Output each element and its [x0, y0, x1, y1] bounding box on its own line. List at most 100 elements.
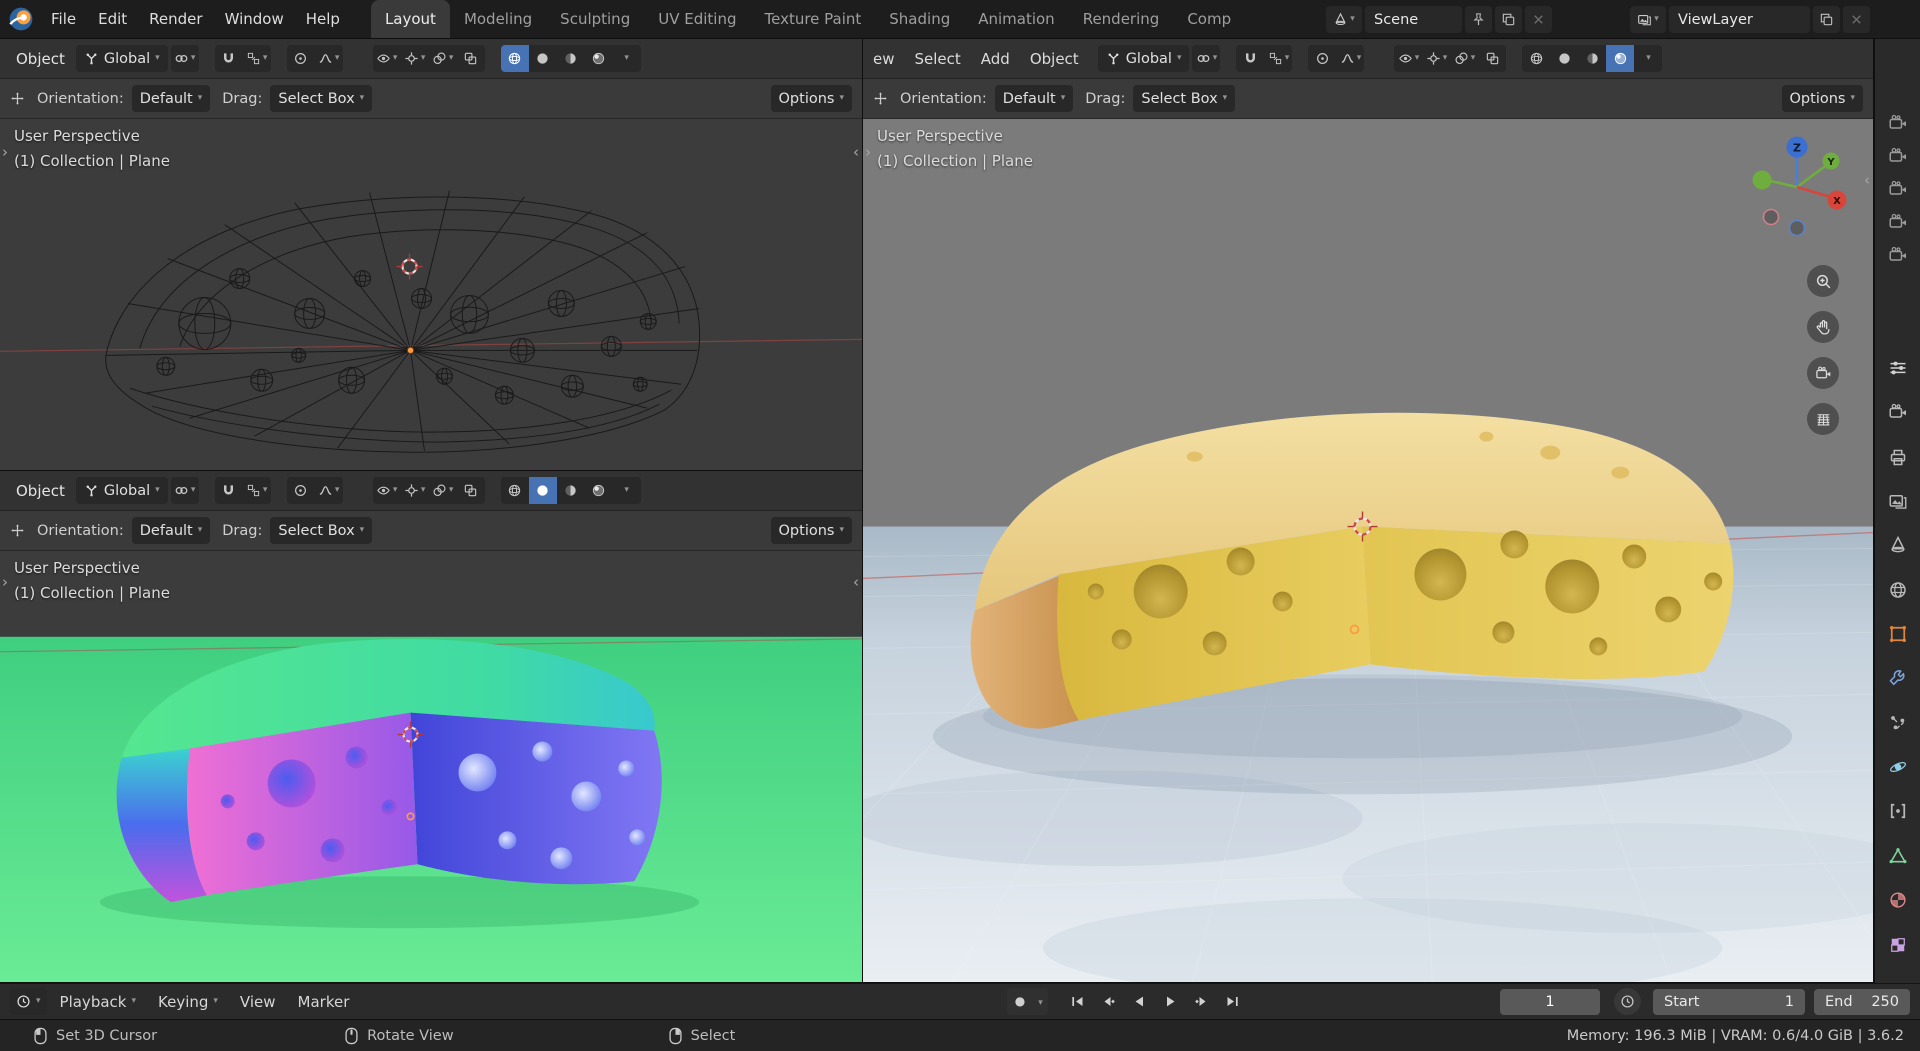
shading-rendered-button[interactable] [1606, 45, 1635, 72]
props-tab-constraints[interactable] [1886, 799, 1910, 823]
shading-solid-button[interactable] [529, 45, 557, 72]
pivot-point-dropdown[interactable]: ▾ [171, 477, 199, 504]
props-tab-modifiers[interactable] [1886, 666, 1910, 690]
solid-3d-scene[interactable] [0, 551, 862, 982]
props-tab-object-data[interactable] [1886, 844, 1910, 868]
gizmo-neg-ball[interactable] [1788, 219, 1806, 237]
menu-file[interactable]: File [40, 10, 87, 28]
gizmo-axis-ball[interactable] [1752, 170, 1772, 190]
auto-keying-toggle[interactable]: ● [1007, 989, 1033, 1014]
mode-dropdown[interactable]: Object [8, 45, 73, 72]
shading-solid-button[interactable] [528, 477, 557, 504]
sidebar-expand-arrow[interactable]: ‹ [1864, 173, 1870, 188]
viewport-canvas[interactable]: User Perspective (1) Collection | Plane … [0, 119, 862, 470]
options-dropdown[interactable]: Options ▾ [1781, 85, 1863, 112]
auto-keying-dropdown[interactable]: ▾ [1033, 989, 1048, 1014]
props-tab-render[interactable] [1886, 400, 1910, 424]
options-dropdown[interactable]: Options ▾ [770, 517, 852, 544]
menu-add[interactable]: Add [971, 50, 1020, 68]
workspace-tab-uv-editing[interactable]: UV Editing [644, 0, 750, 38]
workspace-tab-rendering[interactable]: Rendering [1069, 0, 1174, 38]
workspace-tab-compositing-clipped[interactable]: Comp [1173, 0, 1245, 38]
delete-scene-button[interactable] [1525, 6, 1552, 33]
gizmo-neg-ball[interactable] [1762, 208, 1780, 226]
drag-dropdown[interactable]: Select Box ▾ [270, 517, 373, 544]
marker-menu[interactable]: Marker [289, 993, 359, 1011]
show-gizmo-dropdown[interactable]: ▾ [401, 477, 429, 504]
start-frame-field[interactable]: Start 1 [1653, 988, 1805, 1015]
menu-view-clipped[interactable]: ew [871, 50, 905, 68]
previous-keyframe-button[interactable] [1095, 990, 1122, 1014]
toolbar-expand-arrow[interactable]: › [2, 145, 8, 160]
props-tab-material[interactable] [1886, 888, 1910, 912]
shading-dropdown[interactable]: ▾ [1634, 45, 1662, 72]
shading-wireframe-button[interactable] [1522, 45, 1550, 72]
keying-menu[interactable]: Keying ▾ [149, 993, 227, 1011]
tool-orientation-dropdown[interactable]: Default ▾ [131, 85, 211, 112]
workspace-tab-shading[interactable]: Shading [875, 0, 964, 38]
transform-orientation-dropdown[interactable]: Global ▾ [75, 477, 168, 504]
toolbar-expand-arrow[interactable]: › [865, 145, 871, 160]
shading-wireframe-button[interactable] [500, 45, 529, 72]
strip-camera-icon[interactable] [1886, 111, 1910, 135]
props-tab-viewlayer[interactable] [1886, 489, 1910, 513]
rendered-3d-scene[interactable] [863, 119, 1873, 982]
snap-settings-dropdown[interactable]: ▾ [1264, 45, 1292, 72]
pivot-point-dropdown[interactable]: ▾ [171, 45, 199, 72]
show-overlays-dropdown[interactable]: ▾ [1450, 45, 1478, 72]
proportional-falloff-dropdown[interactable]: ▾ [315, 45, 343, 72]
menu-edit[interactable]: Edit [87, 10, 138, 28]
proportional-editing-toggle[interactable] [287, 477, 315, 504]
props-tab-particles[interactable] [1886, 711, 1910, 735]
tool-orientation-dropdown[interactable]: Default ▾ [131, 517, 211, 544]
playback-menu[interactable]: Playback ▾ [51, 993, 145, 1011]
strip-camera-icon[interactable] [1886, 144, 1910, 168]
props-tab-object[interactable] [1886, 622, 1910, 646]
menu-select[interactable]: Select [905, 50, 971, 68]
play-reverse-button[interactable] [1126, 990, 1153, 1014]
next-keyframe-button[interactable] [1188, 990, 1215, 1014]
snap-toggle[interactable] [215, 45, 243, 72]
orthographic-toggle-button[interactable] [1807, 403, 1839, 435]
sidebar-expand-arrow[interactable]: ‹ [853, 145, 859, 160]
snap-settings-dropdown[interactable]: ▾ [243, 45, 271, 72]
new-viewlayer-button[interactable] [1813, 6, 1840, 33]
toggle-xray-button[interactable] [457, 45, 485, 72]
end-frame-field[interactable]: End 250 [1814, 988, 1910, 1015]
transform-orientation-dropdown[interactable]: Global ▾ [1097, 45, 1190, 72]
props-tab-world[interactable] [1886, 578, 1910, 602]
proportional-falloff-dropdown[interactable]: ▾ [315, 477, 343, 504]
camera-view-button[interactable] [1807, 357, 1839, 389]
viewlayer-browse-button[interactable]: ▾ [1630, 6, 1666, 33]
current-frame-field[interactable]: 1 [1500, 988, 1600, 1015]
proportional-falloff-dropdown[interactable]: ▾ [1336, 45, 1364, 72]
delete-viewlayer-button[interactable] [1843, 6, 1870, 33]
props-tab-texture[interactable] [1886, 933, 1910, 957]
workspace-tab-layout[interactable]: Layout [370, 0, 450, 38]
new-scene-button[interactable] [1495, 6, 1522, 33]
workspace-tab-modeling[interactable]: Modeling [450, 0, 546, 38]
scene-browse-button[interactable]: ▾ [1326, 6, 1362, 33]
toggle-xray-button[interactable] [457, 477, 485, 504]
scene-name-field[interactable]: Scene [1365, 6, 1462, 33]
view-menu[interactable]: View [231, 993, 285, 1011]
toggle-xray-button[interactable] [1478, 45, 1506, 72]
pan-button[interactable] [1807, 311, 1839, 343]
menu-render[interactable]: Render [138, 10, 213, 28]
drag-dropdown[interactable]: Select Box ▾ [1133, 85, 1236, 112]
drag-dropdown[interactable]: Select Box ▾ [270, 85, 373, 112]
proportional-editing-toggle[interactable] [287, 45, 315, 72]
tool-orientation-dropdown[interactable]: Default ▾ [994, 85, 1074, 112]
pivot-point-dropdown[interactable]: ▾ [1192, 45, 1220, 72]
sidebar-expand-arrow[interactable]: ‹ [853, 575, 859, 590]
shading-dropdown[interactable]: ▾ [613, 45, 641, 72]
shading-material-button[interactable] [557, 45, 585, 72]
strip-camera-icon[interactable] [1886, 177, 1910, 201]
object-visibility-dropdown[interactable]: ▾ [1394, 45, 1422, 72]
toolbar-expand-arrow[interactable]: › [2, 575, 8, 590]
object-visibility-dropdown[interactable]: ▾ [373, 45, 401, 72]
viewlayer-name-field[interactable]: ViewLayer [1669, 6, 1810, 33]
show-gizmo-dropdown[interactable]: ▾ [1422, 45, 1450, 72]
shading-rendered-button[interactable] [585, 45, 613, 72]
options-dropdown[interactable]: Options ▾ [770, 85, 852, 112]
